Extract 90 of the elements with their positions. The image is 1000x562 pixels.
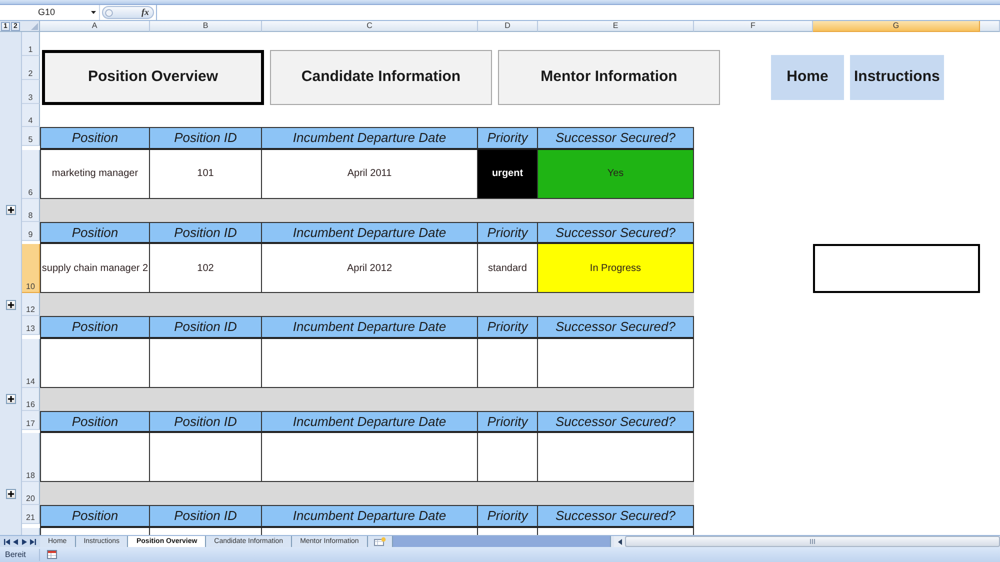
column-title: Position	[40, 316, 150, 338]
row-header[interactable]: 18	[22, 433, 40, 482]
page-button[interactable]: Position Overview	[42, 50, 264, 105]
expand-group-button[interactable]	[6, 394, 16, 404]
triangle-left-icon[interactable]	[13, 538, 18, 544]
plus-icon	[8, 207, 14, 213]
column-title: Position ID	[150, 222, 262, 244]
column-header[interactable]: E	[538, 21, 694, 32]
row-header[interactable]: 1	[22, 32, 40, 56]
row-header[interactable]: 4	[22, 104, 40, 127]
column-title: Incumbent Departure Date	[262, 316, 478, 338]
row-header[interactable]: 12	[22, 293, 40, 316]
row-header[interactable]: 8	[22, 198, 40, 222]
table-cell: In Progress	[538, 244, 694, 293]
table-cell: supply chain manager 2	[40, 244, 150, 293]
row-header[interactable]: 9	[22, 222, 40, 240]
table-cell: Yes	[538, 150, 694, 198]
column-header[interactable]: A	[40, 21, 150, 32]
row-header[interactable]: 6	[22, 150, 40, 198]
table-cell: 101	[150, 150, 262, 198]
expand-group-button[interactable]	[6, 205, 16, 215]
triangle-right-icon[interactable]	[22, 538, 27, 544]
table-cell	[478, 338, 538, 388]
column-header[interactable]: G	[813, 21, 980, 32]
active-cell[interactable]	[813, 244, 980, 293]
column-title: Successor Secured?	[538, 316, 694, 338]
column-title: Position ID	[150, 127, 262, 150]
column-title: Successor Secured?	[538, 505, 694, 528]
expand-group-button[interactable]	[6, 300, 16, 310]
column-header[interactable]: B	[150, 21, 262, 32]
plus-icon	[8, 302, 14, 308]
row-header[interactable]: 16	[22, 388, 40, 410]
table-cell: standard	[478, 244, 538, 293]
column-title: Priority	[478, 127, 538, 150]
column-title: Position	[40, 505, 150, 528]
name-box[interactable]: G10	[0, 5, 100, 20]
plus-icon	[8, 490, 14, 496]
tab-split-handle[interactable]	[610, 536, 614, 547]
column-title: Incumbent Departure Date	[262, 505, 478, 528]
new-sheet-tab[interactable]	[368, 536, 393, 547]
page-button[interactable]: Mentor Information	[498, 50, 720, 105]
link-button[interactable]: Instructions	[850, 55, 944, 100]
column-title: Incumbent Departure Date	[262, 410, 478, 433]
skip-left-icon[interactable]	[4, 538, 10, 544]
row-header[interactable]: 20	[22, 482, 40, 505]
caret-icon	[91, 11, 96, 14]
column-title: Successor Secured?	[538, 410, 694, 433]
column-title: Successor Secured?	[538, 222, 694, 244]
row-header[interactable]: 5	[22, 127, 40, 146]
column-title: Position	[40, 410, 150, 433]
insert-function-button[interactable]: fx	[142, 8, 149, 17]
column-title: Priority	[478, 505, 538, 528]
column-title: Position ID	[150, 410, 262, 433]
column-title: Position ID	[150, 505, 262, 528]
column-title: Incumbent Departure Date	[262, 222, 478, 244]
row-header[interactable]: 21	[22, 505, 40, 524]
skip-right-icon[interactable]	[30, 538, 36, 544]
scroll-left-icon[interactable]	[618, 538, 622, 544]
table-cell: urgent	[478, 150, 538, 198]
column-title: Priority	[478, 410, 538, 433]
new-sheet-icon	[374, 537, 386, 546]
link-button[interactable]: Home	[771, 55, 844, 100]
table-cell	[478, 433, 538, 482]
spreadsheet-icon[interactable]	[47, 550, 57, 559]
column-title: Priority	[478, 316, 538, 338]
column-title: Position	[40, 127, 150, 150]
expand-group-button[interactable]	[6, 488, 16, 498]
column-header[interactable]: D	[478, 21, 538, 32]
row-header[interactable]: 2	[22, 56, 40, 80]
plus-icon	[8, 396, 14, 402]
table-cell: 102	[150, 244, 262, 293]
column-header[interactable]: F	[694, 21, 813, 32]
row-header[interactable]: 3	[22, 80, 40, 104]
column-header[interactable]: C	[262, 21, 478, 32]
table-cell: marketing manager	[40, 150, 150, 198]
status-text: Bereit	[0, 548, 40, 560]
table-cell: April 2012	[262, 244, 478, 293]
triangle-icon	[31, 23, 38, 30]
row-header[interactable]: 10	[22, 244, 40, 293]
column-title: Position	[40, 222, 150, 244]
row-header[interactable]: 14	[22, 338, 40, 388]
column-title: Priority	[478, 222, 538, 244]
grip-icon	[810, 539, 815, 544]
row-header[interactable]: 17	[22, 410, 40, 430]
column-title: Successor Secured?	[538, 127, 694, 150]
page-button[interactable]: Candidate Information	[270, 50, 492, 105]
column-title: Incumbent Departure Date	[262, 127, 478, 150]
row-header[interactable]: 13	[22, 316, 40, 335]
table-cell: April 2011	[262, 150, 478, 198]
column-title: Position ID	[150, 316, 262, 338]
